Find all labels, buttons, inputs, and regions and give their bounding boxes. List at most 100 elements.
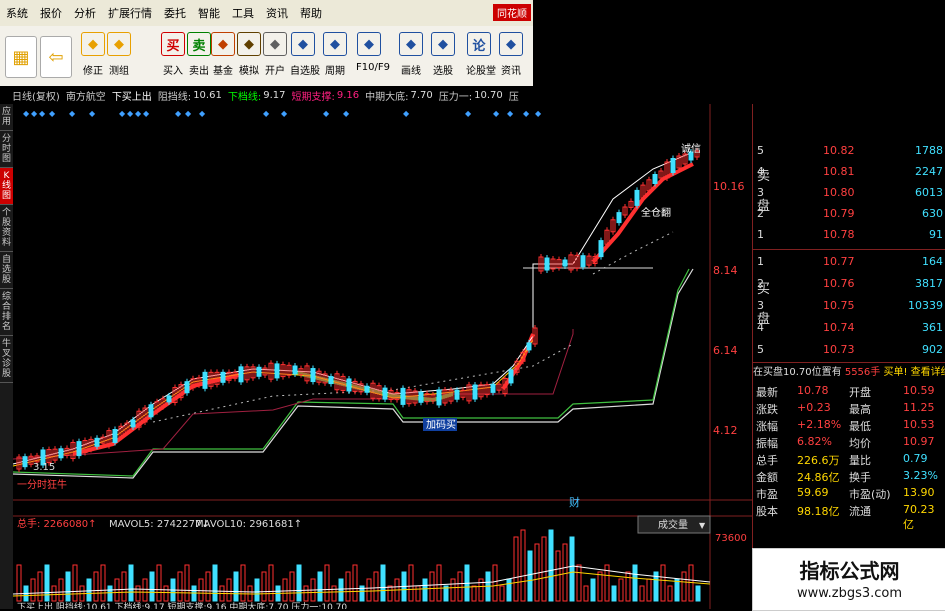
buys-price: 10.76 [823,277,855,290]
diamond-marker-icon: ◆ [403,109,410,118]
tab-watchlist[interactable]: 自选股 [0,252,13,289]
annotation-high: 诚信 [681,143,701,155]
toolbar-f10-button[interactable]: ◆ F10/F9 [356,32,390,73]
toolbar-revise-button[interactable]: ◆ 修正 [80,32,106,77]
quote-v2: 10.59 [903,384,935,397]
menu-smart[interactable]: 智能 [192,5,226,21]
menu-analysis[interactable]: 分析 [68,5,102,21]
quote-k2: 均价 [849,437,871,450]
volume-bar [212,564,218,602]
watermark-url: www.zbgs3.com [796,586,903,601]
quote-k1: 股本 [756,505,778,518]
toolbar: ▦ ⇦ ◆ 修正 ◆ 测组买买入卖卖出 ◆ 基金 ◆ 模拟 ◆ 开户 ◆ 自选股 ◆ 周期 ◆ F10/F9 ◆… [0,26,533,87]
volume-bar [527,550,533,602]
diamond-marker-icon: ◆ [135,109,142,118]
quote-row: 振幅 6.82% 均价 10.97 [753,434,945,451]
toolbar-sell-button[interactable]: 卖卖出 [186,32,212,77]
quote-k1: 市盈 [756,488,778,501]
toolbar-simulate-button[interactable]: ◆ 模拟 [236,32,262,77]
toolbar-watchlist-button[interactable]: ◆ 自选股 [290,32,320,77]
kline-chart[interactable]: ◆ ◆ ◆ ◆ ◆ ◆ ◆ ◆ ◆ ◆ ◆ ◆ ◆ ◆ ◆ ◆ ◆ ◆ ◆ ◆ ◆ ◆ ◆ 10.16 8.14 6.14 … [13,104,753,609]
diamond-marker-icon: ◆ [119,109,126,118]
grid-icon[interactable]: ▦ [5,36,37,78]
toolbar-news-button[interactable]: ◆ 资讯 [498,32,524,77]
buys-level-row[interactable]: 3 10.75 10339 [753,296,945,316]
toolbar-forum-button[interactable]: 论论股堂 [466,32,496,77]
menu-help[interactable]: 帮助 [294,5,328,21]
diamond-marker-icon: ◆ [465,109,472,118]
toolbar-stock-pick-button[interactable]: ◆ 选股 [430,32,456,77]
volume-bar [338,578,344,602]
buy-icon: 买 [161,32,185,56]
volume-bar [296,564,302,602]
diamond-marker-icon: ◆ [199,109,206,118]
sells-level-row[interactable]: 1 10.78 91 [753,225,945,245]
annotation-mark: 财 [569,495,580,509]
sells-price: 10.82 [823,144,855,157]
sells-level-row[interactable]: 4 10.81 2247 [753,162,945,182]
sells-level-row[interactable]: 2 10.79 630 [753,204,945,224]
open-account-icon: ◆ [263,32,287,56]
period-label[interactable]: 日线(复权) [12,88,60,103]
volume-bar [65,571,71,602]
watchlist-icon: ◆ [291,32,315,56]
menu-news[interactable]: 资讯 [260,5,294,21]
buys-level-row[interactable]: 4 10.74 361 [753,318,945,338]
vol-tick: 73600 [715,533,747,544]
diamond-marker-icon: ◆ [535,109,542,118]
volume-bar [149,571,155,602]
quote-v2: 3.23% [903,469,938,482]
volume-bar [86,578,92,602]
toolbar-period-button[interactable]: ◆ 周期 [322,32,348,77]
left-tab-bar: 应用 分时图 K线图 个股资料 自选股 综合排名 牛叉诊股 [0,104,13,609]
indicator-info-bar: 日线(复权) 南方航空 下买上出 阻挡线: 10.61 下档线: 9.17 短期… [0,86,533,104]
toolbar-open-account-button[interactable]: ◆ 开户 [262,32,288,77]
quote-k2: 最低 [849,420,871,433]
price-tick-1: 10.16 [713,180,745,193]
big-order-notice[interactable]: 在买盘10.70位置有 5556手 买单! 查看详细 [753,362,945,379]
buys-vol: 361 [922,321,943,334]
tab-kline[interactable]: K线图 [0,168,13,205]
toolbar-button-label: 选股 [433,66,453,77]
buys-level: 4 [757,321,764,334]
toolbar-button-label: 修正 [83,66,103,77]
mavol10-label: MAVOL10: 2961681↑ [195,519,302,530]
toolbar-buy-button[interactable]: 买买入 [160,32,186,77]
back-arrow-icon[interactable]: ⇦ [40,36,72,78]
buys-level-row[interactable]: 5 10.73 902 [753,340,945,360]
tab-profile[interactable]: 个股资料 [0,205,13,252]
volume-bar [233,571,239,602]
quote-row: 金额 24.86亿 换手 3.23% [753,468,945,485]
tab-ranking[interactable]: 综合排名 [0,289,13,336]
sells-level-row[interactable]: 5 10.82 1788 [753,141,945,161]
quote-row: 涨跌 +0.23 最高 11.25 [753,400,945,417]
buys-level-row[interactable]: 1 10.77 164 [753,252,945,272]
sells-price: 10.81 [823,165,855,178]
diamond-marker-icon: ◆ [175,109,182,118]
quote-v1: 10.78 [797,384,829,397]
news-icon: ◆ [499,32,523,56]
stock-name: 南方航空 [65,91,106,103]
menu-extended[interactable]: 扩展行情 [102,5,158,21]
menu-system[interactable]: 系统 [0,5,34,21]
toolbar-fund-button[interactable]: ◆ 基金 [210,32,236,77]
quote-k1: 振幅 [756,437,778,450]
period-icon: ◆ [323,32,347,56]
brand-logo: 同花顺 [493,4,531,21]
tab-diagnosis[interactable]: 牛叉诊股 [0,336,13,383]
buys-level-row[interactable]: 2 10.76 3817 [753,274,945,294]
menu-order[interactable]: 委托 [158,5,192,21]
mid-value: 7.70 [410,89,433,101]
tab-apps[interactable]: 应用 [0,104,13,131]
sells-level-row[interactable]: 3 10.80 6013 [753,183,945,203]
tab-intraday[interactable]: 分时图 [0,131,13,168]
toolbar-group-button[interactable]: ◆ 测组 [106,32,132,77]
quote-k1: 总手 [756,454,778,467]
diamond-marker-icon: ◆ [281,109,288,118]
quote-v1: 24.86亿 [797,471,840,484]
menu-quote[interactable]: 报价 [34,5,68,21]
annotation-left: 一分时狂牛 [17,478,67,491]
toolbar-draw-line-button[interactable]: ◆ 画线 [398,32,424,77]
menu-tools[interactable]: 工具 [226,5,260,21]
toolbar-button-label: F10/F9 [356,62,390,73]
